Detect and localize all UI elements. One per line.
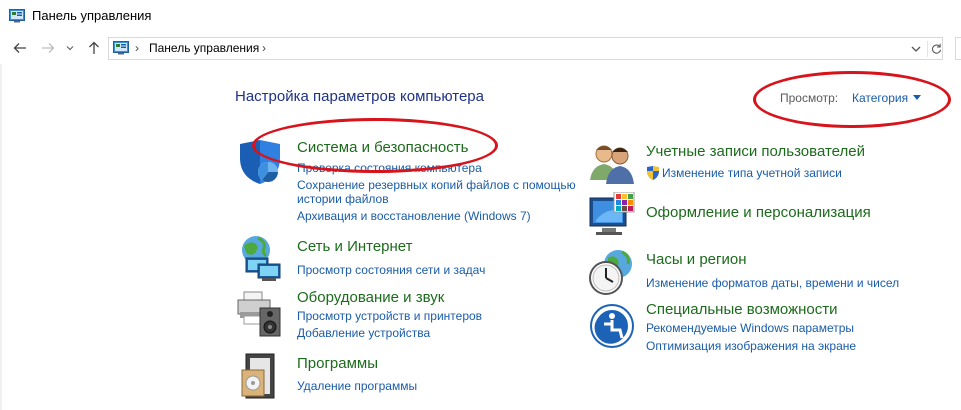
network-globe-icon[interactable] [236,234,284,282]
dropdown-arrow-icon[interactable] [913,95,921,100]
category-hardware-sound[interactable]: Оборудование и звук [297,289,444,306]
uac-shield-icon [647,166,659,180]
search-box[interactable] [955,37,961,60]
view-by-dropdown[interactable]: Категория [852,91,908,105]
accessibility-icon[interactable] [588,302,636,350]
category-clock-region[interactable]: Часы и регион [646,251,747,268]
chevron-down-icon [66,46,74,51]
link-change-date-time-formats[interactable]: Изменение форматов даты, времени и чисел [646,276,899,290]
window-border [0,64,2,410]
breadcrumb-control-panel[interactable]: Панель управления [149,41,259,55]
forward-button[interactable] [38,38,58,58]
recent-locations-button[interactable] [63,38,77,58]
link-check-computer-status[interactable]: Проверка состояния компьютера [297,161,482,175]
page-title: Настройка параметров компьютера [235,88,484,105]
link-file-history-backup-cont[interactable]: истории файлов [297,192,389,206]
clock-globe-icon[interactable] [588,248,636,296]
printer-speaker-icon[interactable] [236,290,284,338]
breadcrumb-separator[interactable]: › [262,41,266,55]
up-button[interactable] [84,38,104,58]
refresh-icon[interactable] [927,41,943,57]
category-ease-of-access[interactable]: Специальные возможности [646,301,838,318]
link-recommended-settings[interactable]: Рекомендуемые Windows параметры [646,321,854,335]
link-network-status[interactable]: Просмотр состояния сети и задач [297,263,485,277]
breadcrumb-separator[interactable]: › [135,41,139,55]
title-bar: Панель управления [0,0,961,32]
window-title: Панель управления [32,8,152,23]
arrow-right-icon [42,43,55,53]
control-panel-icon [9,9,25,23]
link-backup-restore-win7[interactable]: Архивация и восстановление (Windows 7) [297,209,531,223]
monitor-palette-icon[interactable] [588,192,636,240]
link-add-device[interactable]: Добавление устройства [297,326,430,340]
shield-icon[interactable] [236,140,284,188]
users-icon[interactable] [588,140,636,188]
address-bar[interactable]: › Панель управления › [108,37,943,60]
link-change-account-type[interactable]: Изменение типа учетной записи [662,166,842,180]
category-programs[interactable]: Программы [297,355,378,372]
control-panel-icon [113,41,129,55]
view-by-label: Просмотр: [780,91,839,105]
arrow-left-icon [13,43,26,53]
category-system-security[interactable]: Система и безопасность [297,139,468,156]
link-uninstall-program[interactable]: Удаление программы [297,379,417,393]
category-appearance-personalization[interactable]: Оформление и персонализация [646,204,871,221]
link-optimize-display[interactable]: Оптимизация изображения на экране [646,339,856,353]
link-file-history-backup[interactable]: Сохранение резервных копий файлов с помо… [297,178,576,192]
back-button[interactable] [10,38,30,58]
category-user-accounts[interactable]: Учетные записи пользователей [646,143,865,160]
programs-box-icon[interactable] [236,352,284,400]
category-network-internet[interactable]: Сеть и Интернет [297,238,413,255]
chevron-down-icon[interactable] [909,42,923,56]
arrow-up-icon [89,41,99,54]
link-devices-printers[interactable]: Просмотр устройств и принтеров [297,309,482,323]
